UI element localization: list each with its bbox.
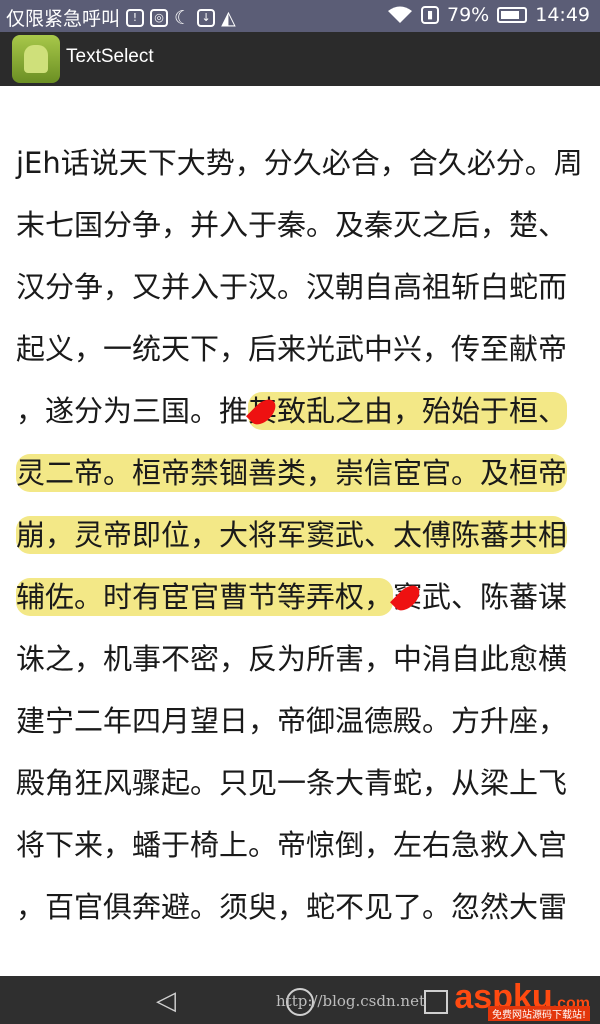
wifi-icon [388, 6, 412, 23]
action-bar: TextSelect [0, 32, 600, 86]
recent-apps-icon[interactable] [424, 990, 448, 1014]
text-content[interactable]: jEh话说天下大势，分久必合，合久必分。周 末七国分争，并入于秦。及秦灭之后，楚… [0, 86, 600, 976]
text-line: 建宁二年四月望日，帝御温德殿。方升座， [16, 704, 568, 738]
text-line: 汉分争，又并入于汉。汉朝自高祖斩白蛇而 [16, 270, 568, 304]
app-title: TextSelect [66, 46, 154, 67]
download-icon: ↓ [197, 8, 216, 27]
battery-icon [497, 7, 528, 23]
text-line: 末七国分争，并入于秦。及秦灭之后，楚、 [16, 208, 568, 242]
text-line-selection-end: 辅佐。时有宦官曹节等弄权，窦武、陈蕃谋 [16, 578, 568, 616]
text-line-selection-start: ，遂分为三国。推其致乱之由，殆始于桓、 [16, 392, 568, 430]
android-debug-icon: ◭ [221, 6, 236, 29]
moon-icon: ☾ [174, 6, 192, 29]
back-icon[interactable]: ◁ [156, 986, 176, 1016]
selected-text: 辅佐。时有宦官曹节等弄权， [16, 578, 394, 616]
text-area[interactable]: jEh话说天下大势，分久必合，合久必分。周 末七国分争，并入于秦。及秦灭之后，楚… [16, 132, 583, 938]
watermark-url: http://blog.csdn.net [276, 992, 425, 1010]
text-line: jEh话说天下大势，分久必合，合久必分。周 [16, 146, 583, 180]
android-icon[interactable] [12, 35, 60, 83]
text-line-selected: 灵二帝。桓帝禁锢善类，崇信宦官。及桓帝 [16, 442, 576, 504]
text-line-selected: 崩，灵帝即位，大将军窦武、太傅陈蕃共相 [16, 504, 576, 566]
watermark-subtitle: 免费网站源码下载站! [487, 1006, 590, 1021]
text-line: 将下来，蟠于椅上。帝惊倒，左右急救入宫 [16, 828, 568, 862]
text-line: ，百官俱奔避。须臾，蛇不见了。忽然大雷 [16, 890, 568, 924]
status-left: 仅限紧急呼叫 ! ◎ ☾ ↓ ◭ [6, 4, 236, 31]
text-line: 诛之，机事不密，反为所害，中涓自此愈横 [16, 642, 568, 676]
carrier-text: 仅限紧急呼叫 [6, 8, 121, 30]
battery-percent: 79% [447, 4, 490, 26]
selected-text: 其致乱之由，殆始于桓、 [248, 392, 568, 430]
sim-icon: ▮ [421, 6, 439, 24]
status-right: ▮ 79% 14:49 [387, 4, 590, 26]
text-line: 起义，一统天下，后来光武中兴，传至献帝 [16, 332, 568, 366]
selected-text: 灵二帝。桓帝禁锢善类，崇信宦官。及桓帝 [16, 454, 568, 492]
selected-text: 崩，灵帝即位，大将军窦武、太傅陈蕃共相 [16, 516, 568, 554]
status-bar: 仅限紧急呼叫 ! ◎ ☾ ↓ ◭ ▮ 79% 14:49 [0, 0, 600, 32]
warning-icon: ! [126, 8, 145, 27]
app-notification-icon: ◎ [150, 8, 169, 27]
navigation-bar: ◁ http://blog.csdn.net aspku.com 免费网站源码下… [0, 976, 600, 1024]
text-line: 殿角狂风骤起。只见一条大青蛇，从梁上飞 [16, 766, 568, 800]
clock: 14:49 [535, 4, 590, 26]
